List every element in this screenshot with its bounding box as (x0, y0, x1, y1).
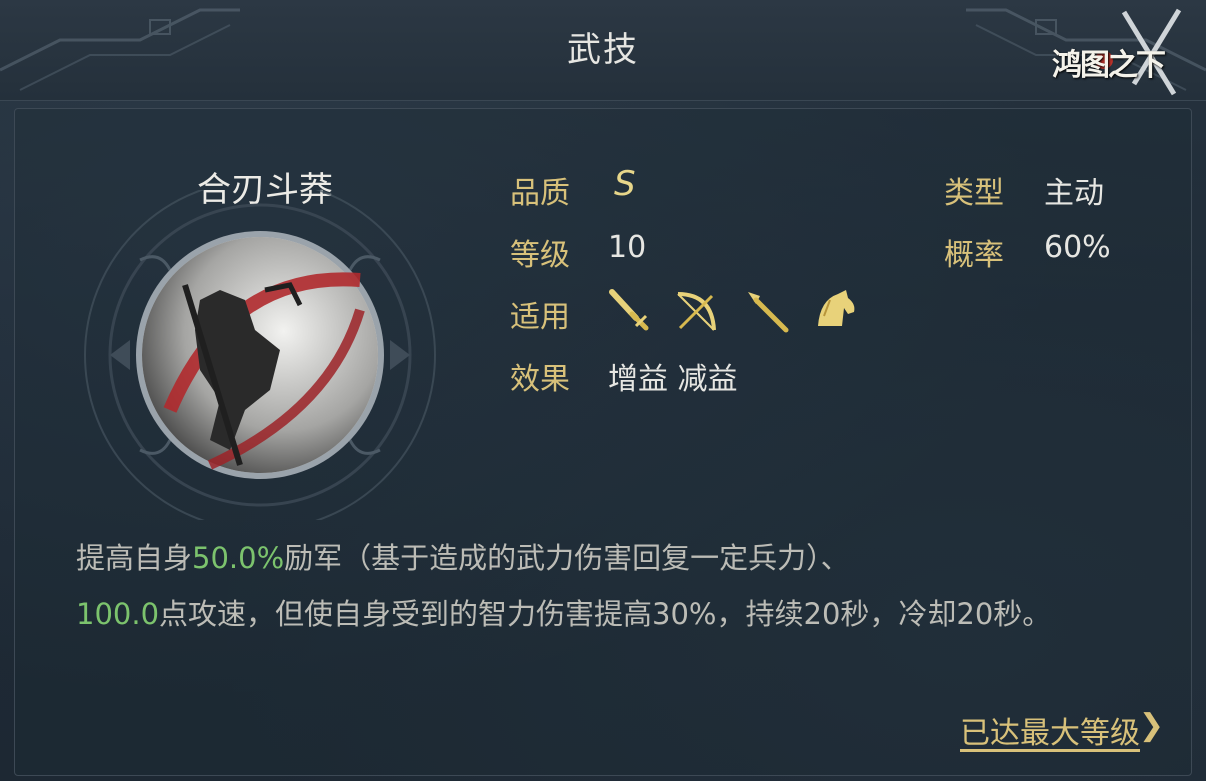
skill-emblem (84, 190, 436, 520)
page-title: 武技 (567, 30, 639, 70)
bow-icon (677, 292, 716, 331)
logo-text: 鸿图之下 (1052, 48, 1166, 83)
skill-portrait-icon (136, 231, 384, 479)
quality-label: 品质 (510, 176, 570, 211)
desc-text-2: 励军（基于造成的武力伤害回复一定兵力）、 (284, 541, 850, 575)
header-bar: 武技 鸿图之下 (0, 0, 1206, 101)
horse-icon (818, 290, 855, 326)
effect-value: 增益 减益 (608, 362, 738, 397)
effect-label: 效果 (510, 362, 570, 397)
chevron-right-icon[interactable]: ❯ (1139, 708, 1164, 743)
level-label: 等级 (510, 238, 570, 273)
chance-value: 60% (1044, 230, 1111, 265)
desc-highlight-1: 50.0% (192, 541, 285, 575)
spear-icon (748, 292, 789, 333)
desc-text-1: 提高自身 (76, 541, 193, 575)
skill-detail-window: 武技 鸿图之下 合刃斗莽 品质 S 等级 10 适用 效果 增益 减益 类型 主… (0, 0, 1206, 781)
desc-highlight-2: 100.0 (76, 597, 160, 631)
quality-value: S (614, 164, 636, 204)
game-logo: 鸿图之下 (1034, 4, 1184, 100)
applies-label: 适用 (510, 300, 570, 335)
type-value: 主动 (1044, 176, 1104, 211)
chance-label: 概率 (944, 238, 1004, 273)
desc-text-3: 点攻速，但使自身受到的智力伤害提高30%，持续20秒，冷却20秒。 (159, 597, 1052, 631)
max-level-link[interactable]: 已达最大等级 (960, 708, 1140, 752)
type-label: 类型 (944, 176, 1004, 211)
skill-description: 提高自身50.0%励军（基于造成的武力伤害回复一定兵力）、 100.0点攻速，但使… (76, 530, 1136, 642)
sword-icon (609, 289, 649, 331)
level-value: 10 (608, 230, 647, 265)
